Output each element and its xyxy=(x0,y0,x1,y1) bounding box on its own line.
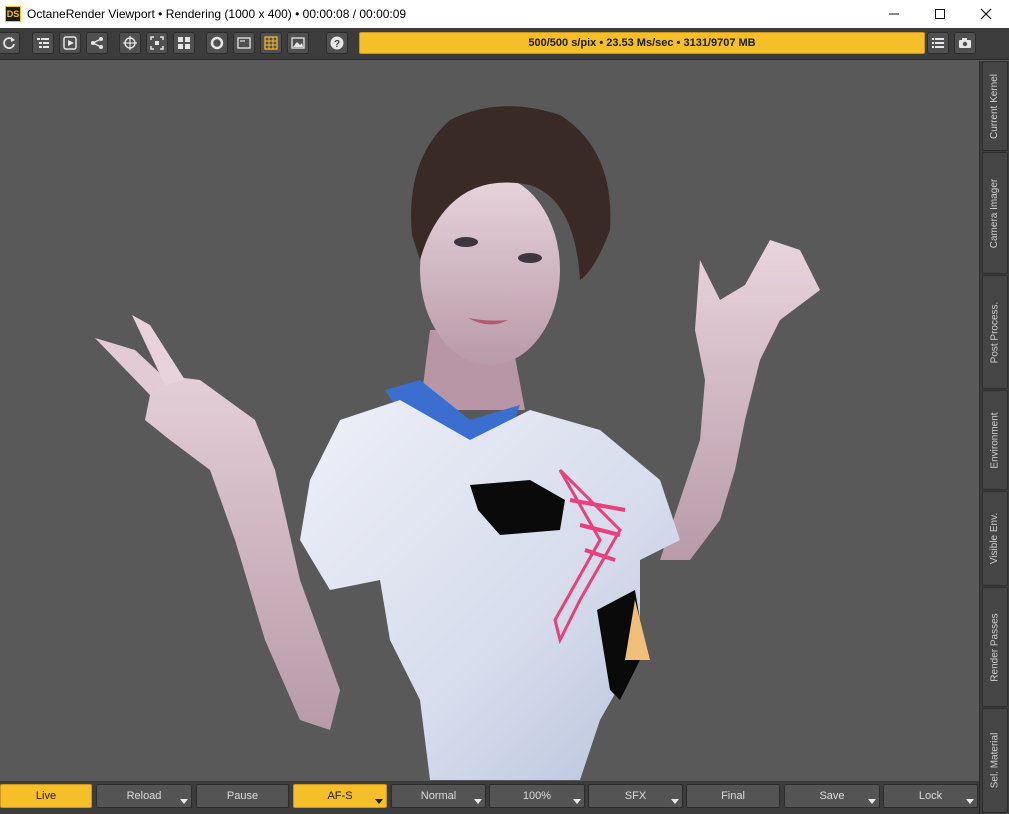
reload-label: Reload xyxy=(126,790,162,802)
close-button[interactable] xyxy=(963,0,1009,28)
material-picker-button[interactable] xyxy=(59,32,81,54)
refresh-button[interactable] xyxy=(0,32,20,54)
tab-render-passes[interactable]: Render Passes xyxy=(982,587,1008,707)
focus-picker-button[interactable] xyxy=(119,32,141,54)
minimize-icon xyxy=(889,13,899,15)
render-status-bar: 500/500 s/pix • 23.53 Ms/sec • 3131/9707… xyxy=(359,32,925,54)
save-label: Save xyxy=(819,790,845,802)
minimize-button[interactable] xyxy=(871,0,917,28)
render-controls-bar: Live Reload Pause AF-S Normal 100% SFX F… xyxy=(0,781,979,814)
outliner-icon xyxy=(37,38,49,48)
grid-overlay-button[interactable] xyxy=(260,32,282,54)
list-icon xyxy=(932,38,944,48)
af-s-button[interactable]: AF-S xyxy=(293,784,387,808)
layout-button[interactable] xyxy=(173,32,195,54)
maximize-button[interactable] xyxy=(917,0,963,28)
tab-label: Current Kernel xyxy=(989,73,1001,139)
sfx-button[interactable]: SFX xyxy=(588,784,683,808)
overlay-grid-icon xyxy=(264,36,278,50)
camera-view-button[interactable] xyxy=(206,32,228,54)
sfx-label: SFX xyxy=(624,790,647,802)
window-controls xyxy=(871,0,1009,28)
window-title: OctaneRender Viewport • Rendering (1000 … xyxy=(27,7,407,21)
circle-icon xyxy=(210,36,224,50)
chevron-down-icon[interactable] xyxy=(671,799,679,804)
image-icon xyxy=(291,37,305,49)
tab-label: Camera Imager xyxy=(989,178,1001,248)
reload-button[interactable]: Reload xyxy=(96,784,192,808)
chevron-down-icon[interactable] xyxy=(474,799,482,804)
pause-label: Pause xyxy=(226,790,259,802)
tab-label: Post Process. xyxy=(989,301,1001,363)
chevron-down-icon[interactable] xyxy=(868,799,876,804)
tab-environment[interactable]: Environment xyxy=(982,390,1008,490)
chevron-down-icon[interactable] xyxy=(180,799,188,804)
tab-label: Sel. Material xyxy=(989,732,1001,789)
lock-button[interactable]: Lock xyxy=(883,784,978,808)
chevron-down-icon[interactable] xyxy=(966,799,974,804)
close-icon xyxy=(980,8,992,20)
normal-label: Normal xyxy=(420,790,457,802)
lock-label: Lock xyxy=(918,790,943,802)
region-render-button[interactable] xyxy=(146,32,168,54)
tab-label: Render Passes xyxy=(989,612,1001,682)
live-label: Live xyxy=(35,790,57,802)
side-panel: Current Kernel Camera Imager Post Proces… xyxy=(979,61,1009,814)
scene-outliner-button[interactable] xyxy=(32,32,54,54)
live-button[interactable]: Live xyxy=(0,784,92,808)
maximize-icon xyxy=(935,9,945,19)
frame-button[interactable] xyxy=(233,32,255,54)
final-label: Final xyxy=(721,790,745,802)
viewport-toolbar: ? 500/500 s/pix • 23.53 Ms/sec • 3131/97… xyxy=(0,28,1009,60)
window-titlebar: DS OctaneRender Viewport • Rendering (10… xyxy=(0,0,1009,28)
grid-icon xyxy=(178,37,190,49)
camera-icon xyxy=(959,38,971,48)
save-button[interactable]: Save xyxy=(784,784,880,808)
tab-visible-env[interactable]: Visible Env. xyxy=(982,491,1008,586)
chevron-down-icon[interactable] xyxy=(573,799,581,804)
render-viewport[interactable] xyxy=(0,61,979,781)
help-button[interactable]: ? xyxy=(326,32,348,54)
tab-current-kernel[interactable]: Current Kernel xyxy=(982,61,1008,151)
help-icon: ? xyxy=(330,36,344,50)
tab-label: Visible Env. xyxy=(989,512,1001,565)
chevron-down-icon[interactable] xyxy=(375,799,383,804)
tab-post-process[interactable]: Post Process. xyxy=(982,275,1008,389)
snapshot-button[interactable] xyxy=(954,32,976,54)
zoom-100-button[interactable]: 100% xyxy=(489,784,585,808)
menu-button[interactable] xyxy=(927,32,949,54)
node-graph-button[interactable] xyxy=(86,32,108,54)
region-icon xyxy=(150,36,164,50)
af-s-label: AF-S xyxy=(327,790,353,802)
tab-sel-material[interactable]: Sel. Material xyxy=(982,708,1008,813)
crosshair-icon xyxy=(123,36,137,50)
zoom-label: 100% xyxy=(522,790,552,802)
tab-label: Environment xyxy=(989,411,1001,469)
svg-text:?: ? xyxy=(334,39,340,50)
tab-camera-imager[interactable]: Camera Imager xyxy=(982,152,1008,274)
nodegraph-icon xyxy=(91,37,103,49)
frame-icon xyxy=(237,37,251,49)
refresh-icon xyxy=(3,37,15,49)
daz-studio-app-icon: DS xyxy=(5,6,21,22)
rendered-figure xyxy=(95,106,820,780)
normal-button[interactable]: Normal xyxy=(391,784,486,808)
final-button[interactable]: Final xyxy=(686,784,780,808)
pause-button[interactable]: Pause xyxy=(196,784,289,808)
picker-icon xyxy=(63,36,77,50)
background-image-button[interactable] xyxy=(287,32,309,54)
